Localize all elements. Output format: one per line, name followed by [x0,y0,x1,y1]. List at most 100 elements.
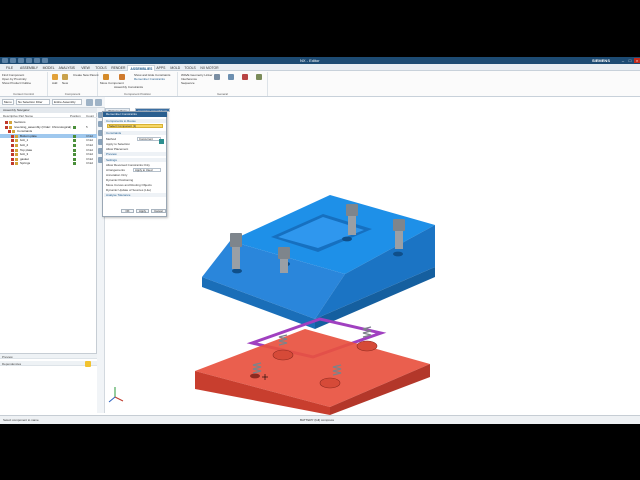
mirror-assembly-icon[interactable] [242,74,248,80]
window-title: NX - Editor [300,58,320,63]
checkbox-icon[interactable] [11,144,14,147]
bolt-head [393,219,405,231]
status-message: BATTERY (full) compress [300,418,335,422]
assembly-constraints-button[interactable]: Assembly Constraints [114,85,143,89]
checkbox-icon[interactable] [11,134,14,138]
apply-button[interactable]: Apply [136,209,149,213]
position-icon [73,153,76,157]
ribbon: Find Component Open by Proximity Show Pr… [0,71,640,97]
bolt-head [346,204,358,216]
checkbox-icon[interactable] [11,157,14,161]
bottom-plate[interactable] [195,329,430,415]
checkbox-icon[interactable] [11,139,14,143]
option-allow-placement[interactable]: Allow Placement [106,147,128,151]
column-part-name[interactable]: Descriptive Part Name [3,114,33,118]
method-dropdown[interactable]: Concurrent [137,137,161,141]
create-new-parent-button[interactable]: Create New Parent [73,73,99,77]
constraint-type-icon[interactable] [159,139,164,144]
black-letterbox-bottom [0,424,640,480]
nx-window: NX - Editor SIEMENS – □ × FILE ASSEMBLY MO… [0,57,640,424]
component-icon [15,134,18,138]
setting-move-curves[interactable]: Move Curves and Routing Objects [106,183,152,187]
assembly-cut-icon[interactable] [228,74,234,80]
position-icon [73,148,76,152]
checkbox-icon[interactable] [5,125,8,129]
ribbon-group-label: Context Control [13,92,34,96]
status-bar: Select component to name BATTERY (full) … [0,415,640,424]
bolt-head [230,233,242,247]
paste-icon[interactable] [42,58,48,63]
setting-dynamic-positioning[interactable]: Dynamic Positioning [106,178,133,182]
checkbox-icon[interactable] [11,153,14,157]
assembly-constraints-icon[interactable] [119,74,125,80]
component-icon [12,130,15,134]
remember-constraints-button[interactable]: Remember Constraints [134,77,165,81]
cancel-button[interactable]: Cancel [151,209,166,213]
undo-icon[interactable] [10,58,16,63]
column-position[interactable]: Position [70,114,81,118]
setting-dynamic-update[interactable]: Dynamic Update of Sources (Lite) [106,188,151,192]
component-icon [15,144,18,147]
minimize-icon[interactable]: – [620,58,626,63]
ribbon-group-component: Add New Create New Parent Component [48,72,99,96]
tree-row-label: Springs [20,161,31,166]
navigator-column-header: Descriptive Part Name Position Count [0,114,97,118]
status-prompt: Select component to name [3,418,39,422]
selection-scope-dropdown[interactable]: Entire Assembly [52,99,82,105]
ribbon-group-label: Component Position [123,92,152,96]
ribbon-group-general: WAVE Geometry Linker Interference Sequen… [178,72,268,96]
section-constraints[interactable]: Constraints [104,131,166,135]
checkbox-icon[interactable] [8,130,11,134]
selection-filter-dropdown[interactable]: No Selection Filter [16,99,50,105]
sequence-button[interactable]: Sequence [181,81,195,85]
spring [362,326,372,338]
maximize-icon[interactable]: □ [627,58,633,63]
option-apply-to-selection[interactable]: Apply to Selection [106,142,130,146]
exploded-views-icon[interactable] [214,74,220,80]
new-component-icon[interactable] [62,74,68,80]
component-icon [15,157,18,161]
show-product-outline-button[interactable]: Show Product Outline [2,81,31,85]
move-component-icon[interactable] [103,74,109,80]
add-button[interactable]: Add [52,81,57,85]
section-settings[interactable]: Settings [104,158,166,162]
arrangements-dropdown[interactable]: Apply to Used [133,168,161,172]
redo-icon[interactable] [18,58,24,63]
assembly-model[interactable] [105,97,640,415]
graphics-window[interactable] [105,97,640,415]
ok-button[interactable]: OK [121,209,134,213]
column-count[interactable]: Count [86,114,94,118]
dependencies-header[interactable]: Dependencies [2,362,21,366]
ribbon-group-label: Component [64,92,81,96]
section-components-to-reuse[interactable]: Components to Reuse [104,119,166,123]
save-icon[interactable] [2,58,8,63]
component-icon [9,121,12,124]
view-triad-icon [108,387,124,403]
method-label: Method [106,137,117,141]
position-icon [73,139,76,143]
select-component-field[interactable]: Select Component (1) [107,124,163,128]
add-icon[interactable] [52,74,58,80]
section-analyse-tolerance[interactable]: Analyse Tolerance [104,193,166,197]
preview-panel: Preview Dependencies [0,353,97,413]
tree-row[interactable]: Springs Chkd [0,161,97,166]
menu-button[interactable]: Menu [2,99,14,105]
checkbox-icon[interactable] [11,148,14,152]
search-icon[interactable] [85,361,91,367]
component-icon [15,153,18,157]
checkbox-icon[interactable] [11,162,14,166]
select-all-icon[interactable] [95,99,102,106]
filter-icon[interactable] [86,99,93,106]
copy-icon[interactable] [34,58,40,63]
checkbox-icon[interactable] [5,121,8,124]
setting-reversed-constraints[interactable]: Allow Reversed Constraints Only [106,163,150,167]
tree-row-count: Chkd [86,161,94,166]
preview-header[interactable]: Preview [2,355,13,359]
close-icon[interactable]: × [634,58,640,63]
pattern-component-icon[interactable] [256,74,262,80]
new-button[interactable]: New [62,81,68,85]
component-icon [9,125,12,129]
section-preview[interactable]: Preview [104,152,166,156]
cut-icon[interactable] [26,58,32,63]
position-icon [73,144,76,147]
